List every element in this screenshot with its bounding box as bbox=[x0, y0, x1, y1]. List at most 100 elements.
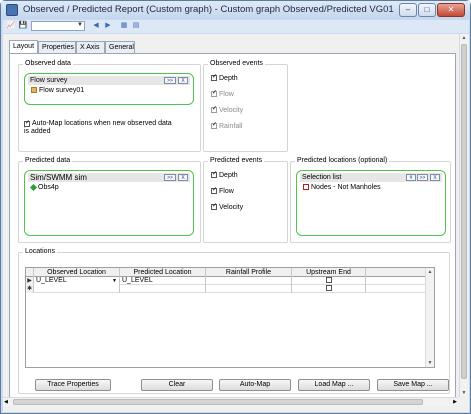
predicted-events-group: Predicted events Depth Flow Velocity bbox=[203, 157, 288, 243]
cell-observed-location-new[interactable] bbox=[34, 285, 120, 293]
observed-data-item-label: Flow survey01 bbox=[39, 87, 85, 94]
table-row[interactable]: ▶ U_LEVEL ▼ U_LEVEL bbox=[26, 277, 434, 285]
scroll-down-icon[interactable]: ▼ bbox=[460, 389, 468, 397]
automap-label: Auto-Map locations when new observed dat… bbox=[24, 120, 172, 135]
scroll-down-icon[interactable]: ▼ bbox=[426, 359, 434, 367]
list-view-icon[interactable]: ▤ bbox=[131, 21, 141, 31]
predicted-data-label: Predicted data bbox=[23, 157, 73, 164]
cell-rainfall-profile-new[interactable] bbox=[206, 285, 292, 293]
predicted-locations-box: Selection list # >> X Nodes - Not Manhol… bbox=[296, 170, 446, 236]
automap-checkbox-row[interactable]: Auto-Map locations when new observed dat… bbox=[24, 119, 174, 136]
predicted-locations-group: Predicted locations (optional) Selection… bbox=[290, 157, 451, 243]
locations-grid[interactable]: Observed Location Predicted Location Rai… bbox=[25, 267, 435, 368]
pred-depth-label: Depth bbox=[219, 172, 238, 179]
back-icon[interactable]: ◀ bbox=[91, 21, 101, 31]
pred-flow-checkbox[interactable] bbox=[211, 186, 217, 194]
observed-data-clear-button[interactable]: X bbox=[178, 77, 188, 84]
predicted-locations-item[interactable]: Nodes - Not Manholes bbox=[303, 184, 381, 191]
cell-predicted-location-new[interactable] bbox=[120, 285, 206, 293]
load-map-button[interactable]: Load Map ... bbox=[298, 379, 370, 391]
predicted-locations-box-header: Selection list # >> X bbox=[300, 173, 442, 182]
obs-depth-checkbox[interactable] bbox=[211, 73, 217, 81]
cell-rainfall-profile[interactable] bbox=[206, 277, 292, 285]
col-rainfall-profile[interactable]: Rainfall Profile bbox=[206, 268, 292, 277]
locations-label: Locations bbox=[23, 248, 57, 255]
cell-observed-location[interactable]: U_LEVEL ▼ bbox=[34, 277, 120, 285]
obs-event-depth[interactable]: Depth bbox=[211, 73, 238, 82]
cell-predicted-location[interactable]: U_LEVEL bbox=[120, 277, 206, 285]
pred-depth-checkbox[interactable] bbox=[211, 170, 217, 178]
obs-depth-label: Depth bbox=[219, 75, 238, 82]
close-button[interactable]: ✕ bbox=[437, 3, 465, 17]
chevron-down-icon[interactable]: ▼ bbox=[112, 277, 117, 285]
observed-data-box-title: Flow survey bbox=[30, 77, 68, 84]
obs-rainfall-label: Rainfall bbox=[219, 123, 243, 130]
window-title: Observed / Predicted Report (Custom grap… bbox=[23, 4, 394, 15]
tab-general[interactable]: General bbox=[105, 41, 135, 53]
predicted-locations-next-button[interactable]: >> bbox=[417, 174, 428, 181]
tab-x-axis[interactable]: X Axis bbox=[76, 41, 105, 53]
save-icon[interactable]: 💾 bbox=[18, 21, 28, 31]
pred-event-depth[interactable]: Depth bbox=[211, 170, 238, 179]
pred-velocity-checkbox[interactable] bbox=[211, 202, 217, 210]
predicted-locations-label: Predicted locations (optional) bbox=[295, 157, 390, 164]
maximize-button[interactable]: □ bbox=[418, 3, 436, 17]
locations-group: Locations Observed Location Predicted Lo… bbox=[18, 248, 450, 394]
predicted-data-item[interactable]: Obs4p bbox=[29, 183, 59, 192]
cell-upstream-end-new[interactable] bbox=[292, 285, 366, 293]
predicted-data-next-button[interactable]: >> bbox=[164, 174, 176, 181]
toolbar-combo[interactable]: ▼ bbox=[31, 21, 85, 31]
pred-velocity-label: Velocity bbox=[219, 204, 244, 211]
scroll-right-icon[interactable]: ▶ bbox=[453, 398, 457, 406]
horizontal-scroll-thumb[interactable] bbox=[13, 399, 423, 405]
observed-data-next-button[interactable]: >> bbox=[164, 77, 176, 84]
minimize-button[interactable]: – bbox=[399, 3, 417, 17]
flow-survey-icon bbox=[31, 87, 37, 93]
tab-properties[interactable]: Properties bbox=[38, 41, 76, 53]
trace-properties-button[interactable]: Trace Properties bbox=[35, 379, 111, 391]
toolbar: 📈 💾 ▼ ◀ ▶ ▦ ▤ bbox=[3, 20, 469, 33]
cell-upstream-end[interactable] bbox=[292, 277, 366, 285]
scroll-up-icon[interactable]: ▲ bbox=[426, 268, 434, 276]
upstream-end-checkbox[interactable] bbox=[325, 277, 332, 283]
col-upstream-end[interactable]: Upstream End bbox=[292, 268, 366, 277]
automap-checkbox[interactable] bbox=[24, 119, 30, 127]
window-vertical-scrollbar[interactable]: ▲ ▼ bbox=[459, 34, 468, 397]
pred-event-flow[interactable]: Flow bbox=[211, 186, 234, 195]
scroll-up-icon[interactable]: ▲ bbox=[460, 34, 468, 42]
col-predicted-location[interactable]: Predicted Location bbox=[120, 268, 206, 277]
window-horizontal-scrollbar[interactable]: ◀ ▶ bbox=[3, 397, 458, 406]
observed-data-item[interactable]: Flow survey01 bbox=[31, 87, 84, 94]
predicted-locations-clear-button[interactable]: X bbox=[430, 174, 440, 181]
table-row-new[interactable]: ✱ bbox=[26, 285, 434, 293]
grid-view-icon[interactable]: ▦ bbox=[119, 21, 129, 31]
grid-vertical-scrollbar[interactable]: ▲ ▼ bbox=[425, 268, 434, 367]
predicted-data-item-label: Obs4p bbox=[38, 184, 59, 191]
clear-button[interactable]: Clear bbox=[141, 379, 213, 391]
title-bar[interactable]: Observed / Predicted Report (Custom grap… bbox=[1, 1, 470, 19]
col-observed-location[interactable]: Observed Location bbox=[34, 268, 120, 277]
row-header-corner bbox=[26, 268, 34, 277]
forward-icon[interactable]: ▶ bbox=[103, 21, 113, 31]
predicted-data-clear-button[interactable]: X bbox=[178, 174, 188, 181]
obs-event-rainfall: Rainfall bbox=[211, 121, 243, 130]
selection-list-icon bbox=[303, 184, 309, 190]
observed-data-box-header: Flow survey >> X bbox=[28, 76, 190, 85]
predicted-data-box: Sim/SWMM sim >> X Obs4p bbox=[24, 170, 194, 236]
predicted-locations-hash-button[interactable]: # bbox=[406, 174, 416, 181]
predicted-data-box-header: Sim/SWMM sim >> X bbox=[28, 173, 190, 182]
scroll-thumb[interactable] bbox=[461, 44, 467, 379]
pred-flow-label: Flow bbox=[219, 188, 234, 195]
save-map-button[interactable]: Save Map ... bbox=[377, 379, 449, 391]
upstream-end-checkbox-new[interactable] bbox=[325, 285, 332, 291]
scroll-left-icon[interactable]: ◀ bbox=[4, 398, 8, 406]
pred-event-velocity[interactable]: Velocity bbox=[211, 202, 244, 211]
obs-event-flow: Flow bbox=[211, 89, 234, 98]
observed-events-group: Observed events Depth Flow Velocity Rain… bbox=[203, 60, 288, 152]
predicted-data-group: Predicted data Sim/SWMM sim >> X Obs4p bbox=[18, 157, 201, 243]
auto-map-button[interactable]: Auto-Map bbox=[219, 379, 291, 391]
tab-layout[interactable]: Layout bbox=[9, 40, 38, 53]
sim-diamond-icon bbox=[29, 183, 38, 192]
obs-event-velocity: Velocity bbox=[211, 105, 243, 114]
graph-icon[interactable]: 📈 bbox=[6, 21, 16, 31]
